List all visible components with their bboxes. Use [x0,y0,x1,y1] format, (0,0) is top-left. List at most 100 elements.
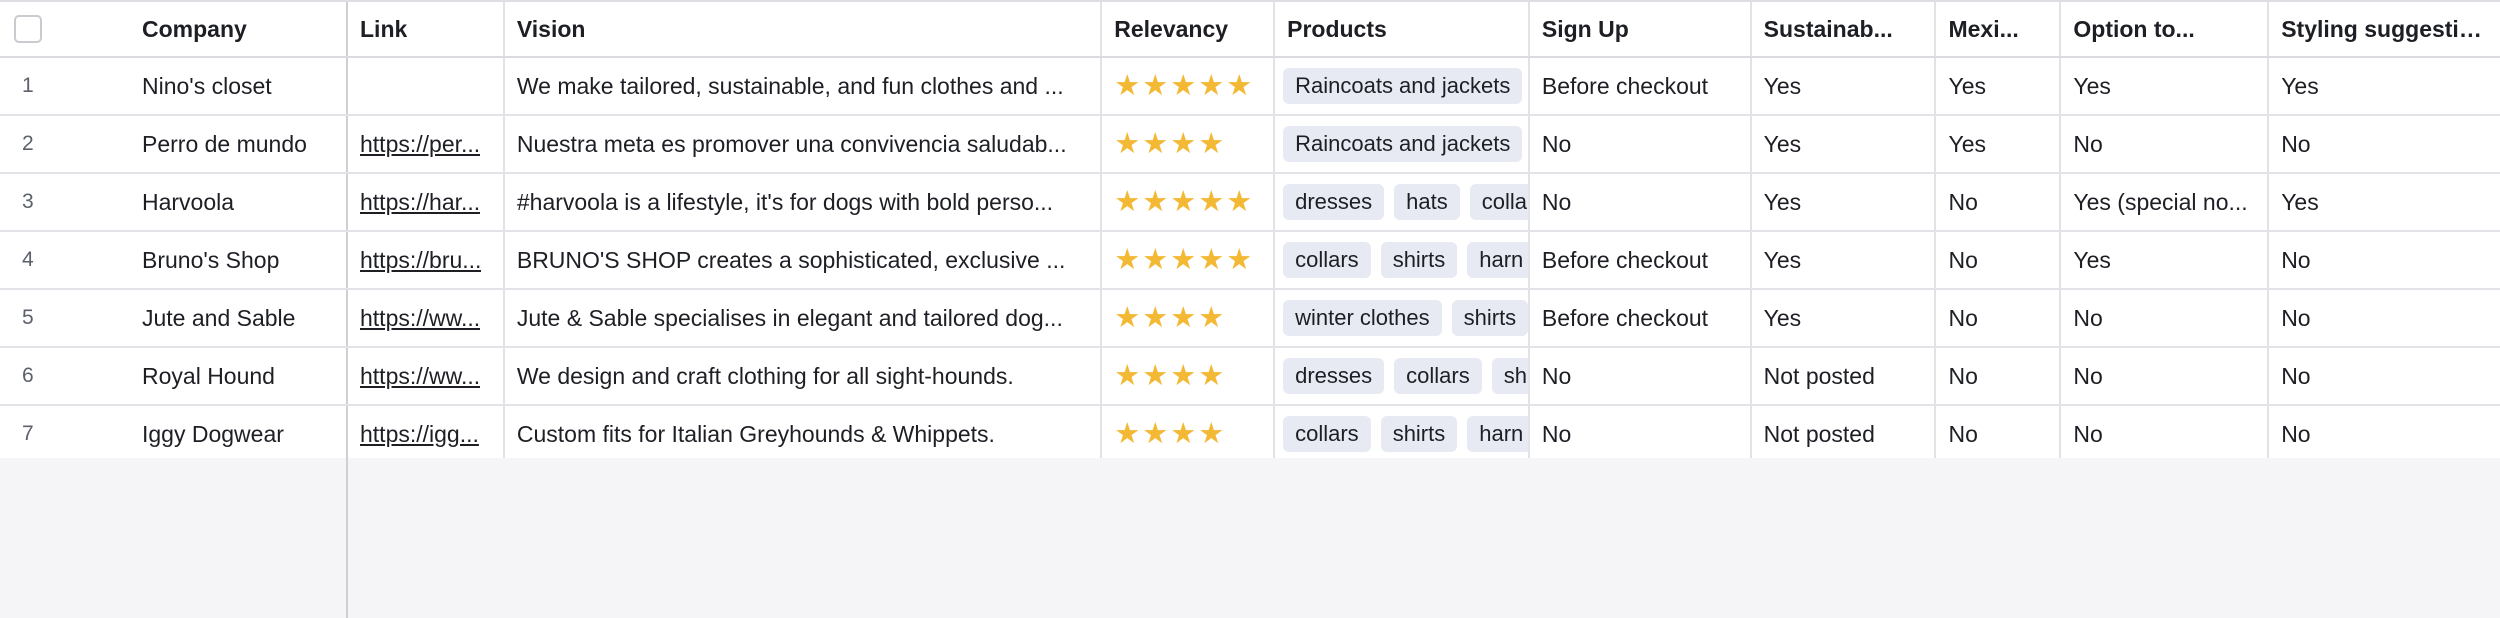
sustainability-cell[interactable]: Yes [1752,290,1937,346]
company-cell[interactable]: Perro de mundo [128,116,346,172]
link-text[interactable]: https://ww... [360,305,480,332]
vision-cell[interactable]: We make tailored, sustainable, and fun c… [505,58,1103,114]
select-all-cell [0,2,128,56]
styling-cell[interactable]: No [2269,348,2500,404]
vision-cell[interactable]: Jute & Sable specialises in elegant and … [505,290,1103,346]
sustainability-cell[interactable]: Yes [1752,116,1937,172]
table-row[interactable]: 1 Nino's closet We make tailored, sustaina… [0,58,2500,116]
option-cell[interactable]: No [2061,406,2270,462]
products-cell[interactable]: Raincoats and jackets [1275,58,1530,114]
mexico-cell[interactable]: No [1936,348,2062,404]
company-cell[interactable]: Harvoola [128,174,346,230]
option-cell[interactable]: Yes [2061,58,2270,114]
styling-cell[interactable]: No [2269,290,2500,346]
table-row[interactable]: 6 Royal Hound https://ww... We design and c… [0,348,2500,406]
styling-cell[interactable]: Yes [2269,58,2500,114]
company-cell[interactable]: Bruno's Shop [128,232,346,288]
column-header-relevancy[interactable]: Relevancy [1102,2,1276,56]
company-cell[interactable]: Jute and Sable [128,290,346,346]
vision-cell[interactable]: Custom fits for Italian Greyhounds & Whi… [505,406,1103,462]
products-cell[interactable]: collars shirts harn [1275,406,1530,462]
mexico-cell[interactable]: Yes [1936,58,2062,114]
relevancy-cell[interactable]: ★ ★ ★ ★ [1102,406,1276,462]
sustainability-cell[interactable]: Not posted [1752,406,1937,462]
relevancy-cell[interactable]: ★ ★ ★ ★ [1102,290,1276,346]
column-header-link[interactable]: Link [348,2,505,56]
link-cell[interactable]: https://har... [348,174,505,230]
link-cell[interactable]: https://igg... [348,406,505,462]
select-all-checkbox[interactable] [14,15,42,43]
link-cell[interactable]: https://ww... [348,348,505,404]
products-cell[interactable]: Raincoats and jackets [1275,116,1530,172]
product-tag: shirts [1380,242,1458,278]
sustainability-cell[interactable]: Yes [1752,58,1937,114]
column-header-sustainability[interactable]: Sustainab... [1752,2,1937,56]
vision-cell[interactable]: We design and craft clothing for all sig… [505,348,1103,404]
column-header-sign-up[interactable]: Sign Up [1530,2,1752,56]
company-cell[interactable]: Nino's closet [128,58,346,114]
link-text[interactable]: https://per... [360,131,480,158]
relevancy-cell[interactable]: ★ ★ ★ ★ [1102,348,1276,404]
column-header-mexico[interactable]: Mexi... [1936,2,2062,56]
styling-cell[interactable]: No [2269,232,2500,288]
link-cell[interactable]: https://per... [348,116,505,172]
sustainability-cell[interactable]: Yes [1752,174,1937,230]
mexico-cell[interactable]: No [1936,290,2062,346]
sign-up-cell[interactable]: No [1530,348,1752,404]
sign-up-cell[interactable]: Before checkout [1530,58,1752,114]
vision-cell[interactable]: Nuestra meta es promover una convivencia… [505,116,1103,172]
relevancy-cell[interactable]: ★ ★ ★ ★ ★ [1102,58,1276,114]
products-cell[interactable]: dresses hats colla [1275,174,1530,230]
company-cell[interactable]: Iggy Dogwear [128,406,346,462]
relevancy-cell[interactable]: ★ ★ ★ ★ [1102,116,1276,172]
vision-cell[interactable]: BRUNO'S SHOP creates a sophisticated, ex… [505,232,1103,288]
mexico-cell[interactable]: No [1936,174,2062,230]
mexico-cell[interactable]: No [1936,406,2062,462]
link-cell[interactable]: https://bru... [348,232,505,288]
relevancy-cell[interactable]: ★ ★ ★ ★ ★ [1102,174,1276,230]
column-header-styling[interactable]: Styling suggestions [2269,2,2500,56]
option-cell[interactable]: Yes [2061,232,2270,288]
products-cell[interactable]: collars shirts harn [1275,232,1530,288]
star-icon: ★ [1114,417,1141,450]
sign-up-cell[interactable]: Before checkout [1530,290,1752,346]
column-header-vision[interactable]: Vision [505,2,1103,56]
product-tag: winter clothes [1283,300,1442,336]
link-cell[interactable]: https://ww... [348,290,505,346]
sign-up-cell[interactable]: No [1530,116,1752,172]
link-text[interactable]: https://ww... [360,363,480,390]
products-cell[interactable]: dresses collars sh [1275,348,1530,404]
column-header-products[interactable]: Products [1275,2,1530,56]
link-cell[interactable] [348,58,505,114]
table-row[interactable]: 7 Iggy Dogwear https://igg... Custom fits f… [0,406,2500,464]
sign-up-cell[interactable]: No [1530,406,1752,462]
option-cell[interactable]: Yes (special no... [2061,174,2270,230]
table-row[interactable]: 3 Harvoola https://har... #harvoola is a li… [0,174,2500,232]
link-text[interactable]: https://bru... [360,247,481,274]
table-row[interactable]: 5 Jute and Sable https://ww... Jute & Sable… [0,290,2500,348]
option-cell[interactable]: No [2061,290,2270,346]
company-cell[interactable]: Royal Hound [128,348,346,404]
product-tag: dresses [1283,358,1385,394]
vision-cell[interactable]: #harvoola is a lifestyle, it's for dogs … [505,174,1103,230]
star-icon: ★ [1226,243,1253,276]
styling-cell[interactable]: No [2269,116,2500,172]
table-row[interactable]: 4 Bruno's Shop https://bru... BRUNO'S SHOP … [0,232,2500,290]
option-cell[interactable]: No [2061,116,2270,172]
link-text[interactable]: https://har... [360,189,480,216]
styling-cell[interactable]: No [2269,406,2500,462]
products-cell[interactable]: winter clothes shirts [1275,290,1530,346]
styling-cell[interactable]: Yes [2269,174,2500,230]
table-row[interactable]: 2 Perro de mundo https://per... Nuestra met… [0,116,2500,174]
relevancy-cell[interactable]: ★ ★ ★ ★ ★ [1102,232,1276,288]
sustainability-cell[interactable]: Not posted [1752,348,1937,404]
column-header-company[interactable]: Company [128,2,346,56]
sign-up-cell[interactable]: Before checkout [1530,232,1752,288]
sign-up-cell[interactable]: No [1530,174,1752,230]
link-text[interactable]: https://igg... [360,421,479,448]
column-header-option[interactable]: Option to... [2061,2,2270,56]
mexico-cell[interactable]: No [1936,232,2062,288]
option-cell[interactable]: No [2061,348,2270,404]
mexico-cell[interactable]: Yes [1936,116,2062,172]
sustainability-cell[interactable]: Yes [1752,232,1937,288]
